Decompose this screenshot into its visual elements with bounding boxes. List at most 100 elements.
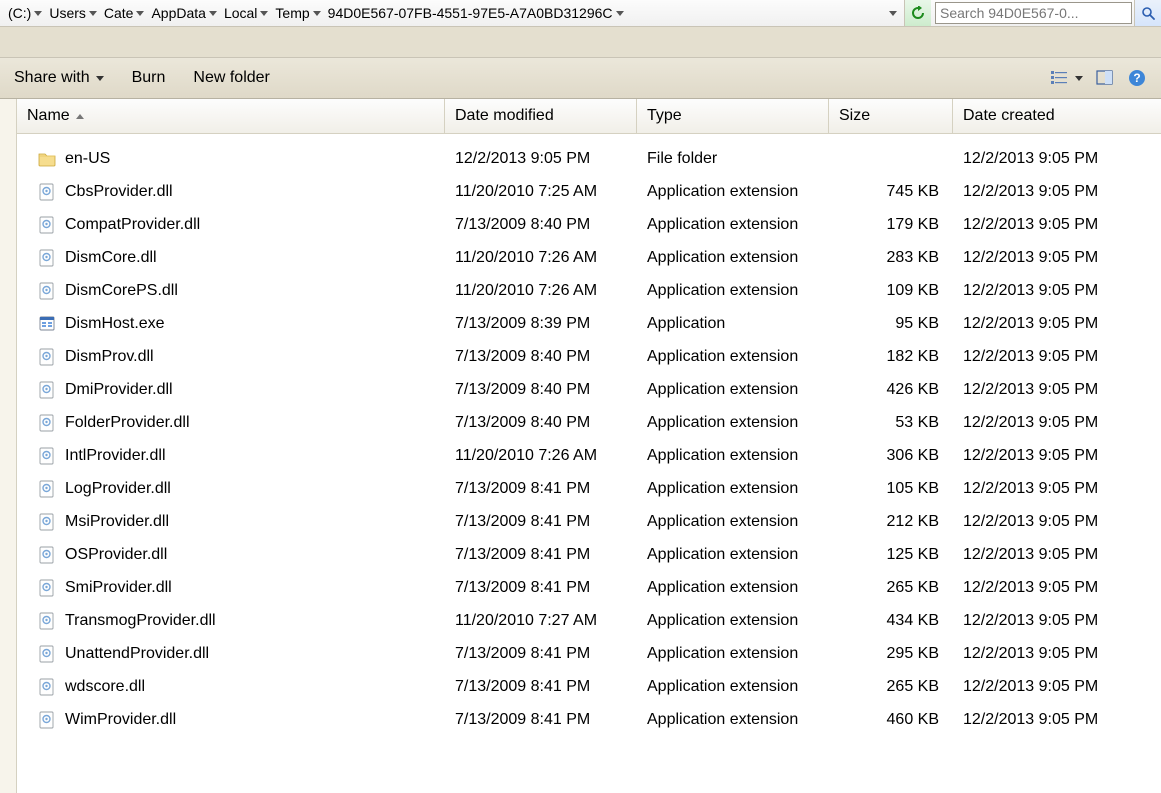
column-header-size[interactable]: Size	[829, 99, 953, 133]
file-row[interactable]: OSProvider.dll7/13/2009 8:41 PMApplicati…	[17, 538, 1161, 571]
column-header-label: Date modified	[455, 107, 554, 125]
refresh-button[interactable]	[904, 0, 931, 26]
file-name-cell: CbsProvider.dll	[17, 182, 445, 202]
column-header-date-modified[interactable]: Date modified	[445, 99, 637, 133]
file-row[interactable]: FolderProvider.dll7/13/2009 8:40 PMAppli…	[17, 406, 1161, 439]
file-size: 434 KB	[829, 612, 953, 630]
file-date-created: 12/2/2013 9:05 PM	[953, 150, 1161, 168]
file-row[interactable]: TransmogProvider.dll11/20/2010 7:27 AMAp…	[17, 604, 1161, 637]
file-name-label: DmiProvider.dll	[65, 381, 173, 399]
file-row[interactable]: DismHost.exe7/13/2009 8:39 PMApplication…	[17, 307, 1161, 340]
file-name-cell: CompatProvider.dll	[17, 215, 445, 235]
burn-button[interactable]: Burn	[132, 69, 166, 87]
new-folder-button[interactable]: New folder	[193, 69, 269, 87]
search-button[interactable]	[1134, 0, 1161, 26]
file-row[interactable]: DmiProvider.dll 7/13/2009 8:40 PMApplicat…	[17, 373, 1161, 406]
preview-pane-button[interactable]	[1095, 68, 1115, 88]
chevron-down-icon[interactable]	[313, 11, 321, 16]
chevron-down-icon[interactable]	[616, 11, 624, 16]
breadcrumb-segment[interactable]: Cate	[102, 5, 150, 21]
file-rows: en-US12/2/2013 9:05 PMFile folder12/2/20…	[17, 134, 1161, 793]
file-type: Application extension	[637, 216, 829, 234]
view-options-button[interactable]	[1049, 68, 1069, 88]
file-type: Application extension	[637, 612, 829, 630]
file-name-cell: MsiProvider.dll	[17, 512, 445, 532]
file-date-modified: 7/13/2009 8:40 PM	[445, 381, 637, 399]
navigation-pane-edge[interactable]	[0, 99, 17, 793]
chevron-down-icon[interactable]	[1075, 76, 1083, 81]
file-name-label: UnattendProvider.dll	[65, 645, 209, 663]
file-row[interactable]: CompatProvider.dll 7/13/2009 8:40 PMAppli…	[17, 208, 1161, 241]
file-row[interactable]: MsiProvider.dll7/13/2009 8:41 PMApplicat…	[17, 505, 1161, 538]
dll-icon	[37, 512, 57, 532]
file-date-modified: 11/20/2010 7:26 AM	[445, 447, 637, 465]
breadcrumb-segment[interactable]: 94D0E567-07FB-4551-97E5-A7A0BD31296C	[326, 5, 629, 21]
share-with-button[interactable]: Share with	[14, 69, 104, 87]
file-name-cell: DismHost.exe	[17, 314, 445, 334]
file-row[interactable]: en-US12/2/2013 9:05 PMFile folder12/2/20…	[17, 142, 1161, 175]
file-name-label: LogProvider.dll	[65, 480, 171, 498]
dll-icon	[37, 281, 57, 301]
chevron-down-icon[interactable]	[260, 11, 268, 16]
file-name-cell: SmiProvider.dll	[17, 578, 445, 598]
file-date-created: 12/2/2013 9:05 PM	[953, 414, 1161, 432]
file-type: Application extension	[637, 183, 829, 201]
file-name-cell: IntlProvider.dll	[17, 446, 445, 466]
file-date-modified: 7/13/2009 8:40 PM	[445, 216, 637, 234]
file-name-cell: DmiProvider.dll	[17, 380, 445, 400]
dll-icon	[37, 182, 57, 202]
file-name-label: IntlProvider.dll	[65, 447, 166, 465]
file-size: 182 KB	[829, 348, 953, 366]
column-header-date-created[interactable]: Date created	[953, 99, 1161, 133]
file-row[interactable]: DismCorePS.dll11/20/2010 7:26 AMApplicat…	[17, 274, 1161, 307]
column-header-name[interactable]: Name	[17, 99, 445, 133]
search-input[interactable]: Search 94D0E567-0...	[935, 2, 1132, 24]
file-date-created: 12/2/2013 9:05 PM	[953, 183, 1161, 201]
column-header-label: Type	[647, 107, 682, 125]
file-name-cell: FolderProvider.dll	[17, 413, 445, 433]
file-row[interactable]: DismProv.dll7/13/2009 8:40 PMApplication…	[17, 340, 1161, 373]
file-type: Application extension	[637, 381, 829, 399]
chevron-down-icon[interactable]	[209, 11, 217, 16]
dll-icon	[37, 545, 57, 565]
file-size: 283 KB	[829, 249, 953, 267]
file-row[interactable]: SmiProvider.dll7/13/2009 8:41 PMApplicat…	[17, 571, 1161, 604]
breadcrumb-segment[interactable]: Users	[47, 5, 102, 21]
breadcrumb-dropdown[interactable]	[882, 11, 904, 16]
column-header-type[interactable]: Type	[637, 99, 829, 133]
dll-icon	[37, 479, 57, 499]
file-row[interactable]: LogProvider.dll7/13/2009 8:41 PMApplicat…	[17, 472, 1161, 505]
file-row[interactable]: WimProvider.dll7/13/2009 8:41 PMApplicat…	[17, 703, 1161, 736]
file-type: Application extension	[637, 678, 829, 696]
chevron-down-icon[interactable]	[34, 11, 42, 16]
dll-icon	[37, 215, 57, 235]
file-row[interactable]: IntlProvider.dll11/20/2010 7:26 AMApplic…	[17, 439, 1161, 472]
help-button[interactable]	[1127, 68, 1147, 88]
breadcrumb-segment[interactable]: Local	[222, 5, 273, 21]
file-date-modified: 7/13/2009 8:41 PM	[445, 678, 637, 696]
file-date-created: 12/2/2013 9:05 PM	[953, 447, 1161, 465]
file-name-label: CompatProvider.dll	[65, 216, 200, 234]
file-name-label: SmiProvider.dll	[65, 579, 172, 597]
chevron-down-icon[interactable]	[89, 11, 97, 16]
file-type: Application extension	[637, 513, 829, 531]
breadcrumb-segment[interactable]: AppData	[149, 5, 221, 21]
file-row[interactable]: wdscore.dll7/13/2009 8:41 PMApplication …	[17, 670, 1161, 703]
file-date-modified: 7/13/2009 8:40 PM	[445, 414, 637, 432]
breadcrumb-segment[interactable]: (C:)	[6, 5, 47, 21]
dll-icon	[37, 380, 57, 400]
breadcrumb-label: (C:)	[8, 5, 31, 21]
breadcrumb-segment[interactable]: Temp	[273, 5, 325, 21]
menu-strip	[0, 27, 1161, 58]
dll-icon	[37, 710, 57, 730]
file-type: Application extension	[637, 711, 829, 729]
toolbar-right	[1049, 68, 1147, 88]
file-date-modified: 7/13/2009 8:41 PM	[445, 645, 637, 663]
file-row[interactable]: UnattendProvider.dll7/13/2009 8:41 PMApp…	[17, 637, 1161, 670]
chevron-down-icon[interactable]	[136, 11, 144, 16]
file-row[interactable]: CbsProvider.dll11/20/2010 7:25 AMApplica…	[17, 175, 1161, 208]
file-size: 265 KB	[829, 579, 953, 597]
file-row[interactable]: DismCore.dll11/20/2010 7:26 AMApplicatio…	[17, 241, 1161, 274]
file-date-created: 12/2/2013 9:05 PM	[953, 381, 1161, 399]
file-date-modified: 7/13/2009 8:41 PM	[445, 513, 637, 531]
